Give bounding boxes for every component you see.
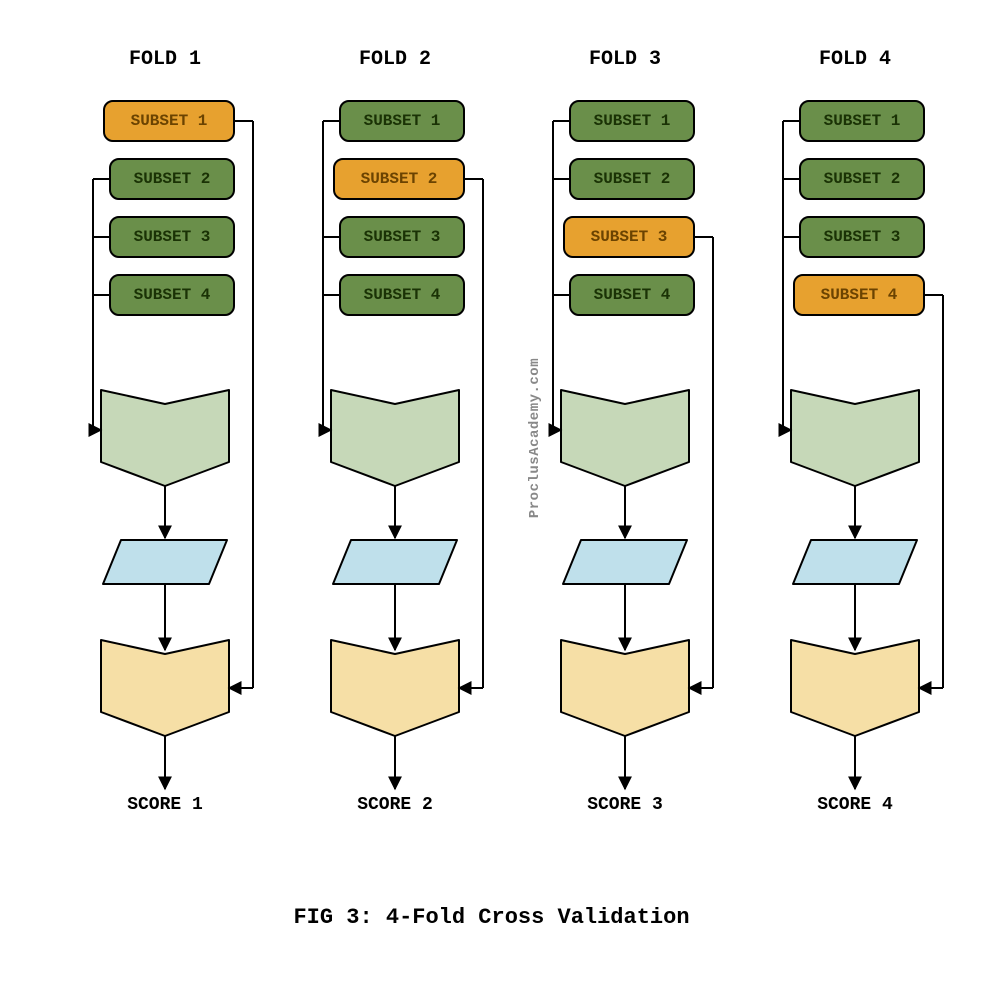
evaluate-model-2-label: EVALUATEMODEL 2 — [331, 664, 459, 702]
train-model-1: TRAINMODEL 1 — [101, 390, 229, 486]
model-2-label: MODEL 2 — [333, 552, 457, 569]
score-1-label: SCORE 1 — [95, 795, 235, 815]
fold-title-3: FOLD 3 — [555, 48, 695, 71]
model-3: MODEL 3 — [563, 540, 687, 584]
fold-3-subset-3: SUBSET 3 — [563, 216, 695, 258]
train-model-1-label: TRAINMODEL 1 — [101, 414, 229, 452]
evaluate-model-2: EVALUATEMODEL 2 — [331, 640, 459, 736]
train-model-3-label: TRAINMODEL 3 — [561, 414, 689, 452]
fold-4-subset-3: SUBSET 3 — [799, 216, 925, 258]
evaluate-model-1: EVALUATEMODEL 1 — [101, 640, 229, 736]
train-model-3: TRAINMODEL 3 — [561, 390, 689, 486]
fold-4-subset-4: SUBSET 4 — [793, 274, 925, 316]
score-2-label: SCORE 2 — [325, 795, 465, 815]
train-model-4-label: TRAINMODEL 4 — [791, 414, 919, 452]
fold-1-subset-2: SUBSET 2 — [109, 158, 235, 200]
fold-2-subset-1: SUBSET 1 — [339, 100, 465, 142]
score-3-label: SCORE 3 — [555, 795, 695, 815]
fold-2-subset-4: SUBSET 4 — [339, 274, 465, 316]
model-4-label: MODEL 4 — [793, 552, 917, 569]
fold-2-subset-2: SUBSET 2 — [333, 158, 465, 200]
model-3-label: MODEL 3 — [563, 552, 687, 569]
evaluate-model-3-label: EVALUATEMODEL 3 — [561, 664, 689, 702]
train-model-2-label: TRAINMODEL 2 — [331, 414, 459, 452]
model-4: MODEL 4 — [793, 540, 917, 584]
evaluate-model-4-label: EVALUATEMODEL 4 — [791, 664, 919, 702]
fold-title-1: FOLD 1 — [95, 48, 235, 71]
fold-1-subset-3: SUBSET 3 — [109, 216, 235, 258]
model-2: MODEL 2 — [333, 540, 457, 584]
evaluate-model-3: EVALUATEMODEL 3 — [561, 640, 689, 736]
model-1: MODEL 1 — [103, 540, 227, 584]
model-1-label: MODEL 1 — [103, 552, 227, 569]
fold-3-subset-4: SUBSET 4 — [569, 274, 695, 316]
figure-caption: FIG 3: 4-Fold Cross Validation — [0, 905, 983, 930]
score-4-label: SCORE 4 — [785, 795, 925, 815]
fold-3-subset-1: SUBSET 1 — [569, 100, 695, 142]
fold-2-subset-3: SUBSET 3 — [339, 216, 465, 258]
fold-4-subset-1: SUBSET 1 — [799, 100, 925, 142]
evaluate-model-1-label: EVALUATEMODEL 1 — [101, 664, 229, 702]
train-model-4: TRAINMODEL 4 — [791, 390, 919, 486]
fold-4-subset-2: SUBSET 2 — [799, 158, 925, 200]
evaluate-model-4: EVALUATEMODEL 4 — [791, 640, 919, 736]
fold-3-subset-2: SUBSET 2 — [569, 158, 695, 200]
fold-title-4: FOLD 4 — [785, 48, 925, 71]
watermark: ProclusAcademy.com — [527, 358, 543, 518]
train-model-2: TRAINMODEL 2 — [331, 390, 459, 486]
fold-1-subset-1: SUBSET 1 — [103, 100, 235, 142]
fold-1-subset-4: SUBSET 4 — [109, 274, 235, 316]
fold-title-2: FOLD 2 — [325, 48, 465, 71]
